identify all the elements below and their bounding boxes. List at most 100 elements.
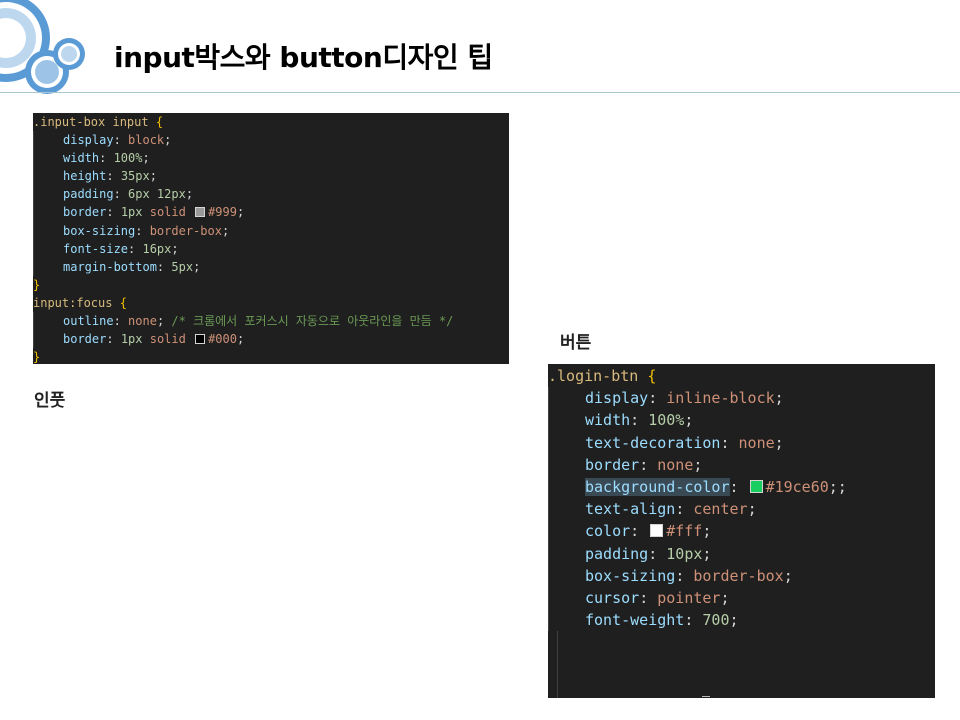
indent-guide: ​ xyxy=(33,257,63,276)
code-token: : xyxy=(675,500,694,519)
code-line: ​text-decoration: none; xyxy=(548,431,935,454)
code-token: : xyxy=(113,314,129,329)
code-token: #19ce60 xyxy=(765,478,829,497)
code-token: { xyxy=(155,115,164,129)
code-line: ​width: 100%; xyxy=(548,409,935,432)
code-token: /* 크롬에서 포커스시 자동으로 아웃라인을 만듬 */ xyxy=(171,314,454,329)
code-line: } xyxy=(33,276,509,294)
code-token: : xyxy=(106,205,121,220)
indent-guide: ​ xyxy=(548,409,585,432)
code-token: font-size xyxy=(63,241,129,256)
indent-guide: ​ xyxy=(548,498,585,521)
code-line: ​box-sizing: border-box; xyxy=(548,564,935,588)
indent-guide: ​ xyxy=(33,203,63,222)
code-token: width xyxy=(63,151,100,166)
code-token: box-sizing xyxy=(585,566,676,585)
code-token: box-sizing xyxy=(63,223,136,238)
code-token: 6px 12px xyxy=(128,187,186,202)
code-token: block xyxy=(128,133,165,148)
color-swatch-icon[interactable] xyxy=(749,480,763,494)
code-line: ​ xyxy=(548,675,935,698)
code-token: : xyxy=(648,544,667,563)
code-line: ​margin-bottom: 5px; xyxy=(33,257,509,276)
stray-mark xyxy=(702,696,710,699)
code-token: none xyxy=(128,314,157,329)
code-token: ; xyxy=(236,332,245,347)
code-line: ​box-sizing: border-box; xyxy=(33,221,509,240)
code-token: height xyxy=(63,169,107,184)
code-token: #fff xyxy=(666,522,703,541)
code-token: ; xyxy=(702,544,712,563)
code-token: padding xyxy=(585,544,649,563)
code-token: #999 xyxy=(208,205,237,220)
indent-guide: ​ xyxy=(548,609,585,632)
code-token: : xyxy=(684,611,703,630)
code-token: { xyxy=(647,367,657,385)
code-token: solid xyxy=(142,205,194,220)
color-swatch-icon[interactable] xyxy=(650,524,664,538)
code-token: 100% xyxy=(113,151,143,166)
code-token: : xyxy=(729,478,748,497)
code-token: { xyxy=(119,295,127,310)
code-line: ​font-size: 16px; xyxy=(33,239,509,258)
slide-title: input박스와 button디자인 팁 xyxy=(114,41,493,74)
code-token: ; xyxy=(193,259,201,274)
indent-guide: ​ xyxy=(557,675,594,698)
code-token: : xyxy=(113,133,129,148)
code-token: ; xyxy=(774,433,784,452)
color-swatch-icon[interactable] xyxy=(195,206,206,217)
indent-guide: ​ xyxy=(33,312,63,331)
code-line: ​color: #fff; xyxy=(548,520,935,543)
input-css-code-block: .input-box input {​display: block;​width… xyxy=(33,113,509,364)
indent-guide: ​ xyxy=(33,149,63,168)
code-line: ​padding: 10px; xyxy=(548,542,935,565)
code-token: pointer xyxy=(657,589,721,608)
code-token: display xyxy=(585,389,649,408)
code-token: 35px xyxy=(120,169,150,184)
indent-guide: ​ xyxy=(557,631,594,654)
code-token: margin-bottom xyxy=(63,259,157,274)
code-token: : xyxy=(720,433,739,452)
indent-guide: ​ xyxy=(548,587,585,610)
code-token: color xyxy=(585,522,631,541)
input-label: 인풋 xyxy=(34,391,66,411)
code-token: border xyxy=(585,455,640,474)
code-token: : xyxy=(648,389,667,408)
code-token: ; xyxy=(236,205,245,220)
code-line: ​width: 100%; xyxy=(33,149,509,168)
code-token: ; xyxy=(149,169,157,184)
indent-guide: ​ xyxy=(548,476,585,499)
code-token: 1px xyxy=(120,205,143,220)
code-token: 700 xyxy=(702,611,730,630)
code-line: .input-box input { xyxy=(33,113,509,131)
code-line: } xyxy=(33,348,509,364)
code-token: none xyxy=(738,433,775,452)
code-token: border xyxy=(63,205,107,220)
code-token: ; xyxy=(142,151,150,166)
code-token: font-weight xyxy=(585,611,685,630)
indent-guide: ​ xyxy=(33,330,63,349)
code-line: ​font-weight: 700; xyxy=(548,609,935,632)
code-token: : xyxy=(106,332,121,347)
indent-guide: ​ xyxy=(33,221,63,240)
code-line: ​cursor: pointer; xyxy=(548,587,935,610)
code-token: : xyxy=(639,455,658,474)
code-token: ; xyxy=(702,522,712,541)
code-token: : xyxy=(639,589,658,608)
color-swatch-icon[interactable] xyxy=(195,333,206,344)
code-token: 10px xyxy=(666,544,703,563)
code-token: display xyxy=(63,133,114,148)
code-line: ​padding: 6px 12px; xyxy=(33,185,509,204)
code-token: padding xyxy=(63,187,114,202)
indent-guide: ​ xyxy=(548,431,585,454)
indent-guide: ​ xyxy=(33,185,63,204)
indent-guide: ​ xyxy=(548,564,585,588)
code-line: ​height: 35px; xyxy=(33,167,509,186)
code-token: 16px xyxy=(142,241,172,256)
indent-guide: ​ xyxy=(548,542,585,565)
code-token: solid xyxy=(142,332,194,347)
code-token: : xyxy=(156,259,172,274)
code-line: input:focus { xyxy=(33,294,509,312)
code-token: text-decoration xyxy=(585,433,721,452)
code-token: : xyxy=(113,187,129,202)
